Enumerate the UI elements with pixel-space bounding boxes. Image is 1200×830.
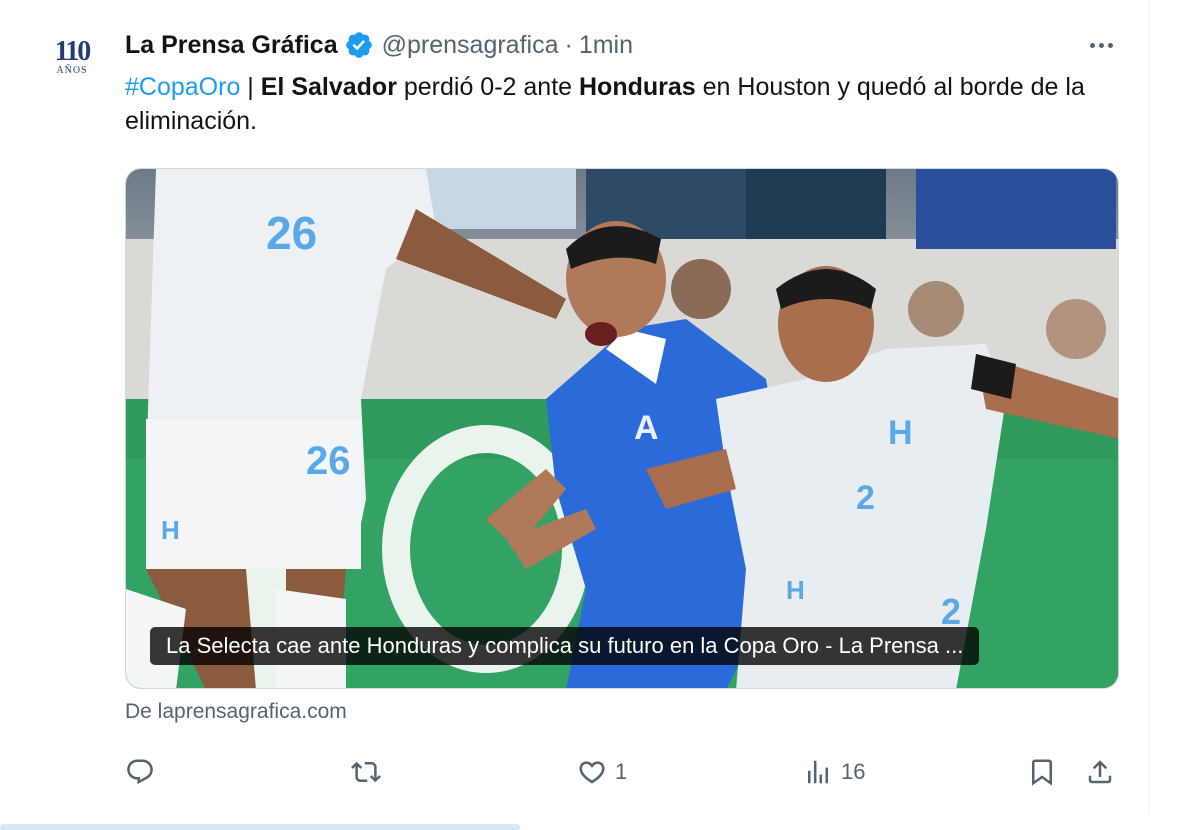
card-source-link[interactable]: De laprensagrafica.com xyxy=(125,700,347,724)
scroll-indicator xyxy=(0,824,520,830)
avatar-number: 110 xyxy=(54,36,91,67)
heart-icon xyxy=(579,761,605,784)
like-button[interactable]: 1 xyxy=(577,752,627,792)
separator-dot: · xyxy=(564,30,573,59)
more-options-icon[interactable] xyxy=(1084,32,1118,58)
hashtag-link[interactable]: #CopaOro xyxy=(125,73,240,101)
analytics-icon xyxy=(808,760,828,784)
bookmark-button[interactable] xyxy=(1027,752,1057,792)
account-handle[interactable]: @prensagrafica xyxy=(382,31,559,60)
avatar[interactable]: 110 AÑOS xyxy=(40,38,104,88)
verified-badge-icon xyxy=(345,32,372,58)
share-button[interactable] xyxy=(1085,752,1115,792)
views-button[interactable]: 16 xyxy=(803,752,865,792)
display-name[interactable]: La Prensa Gráfica xyxy=(125,31,338,60)
svg-text:H: H xyxy=(786,575,805,605)
like-count: 1 xyxy=(615,759,628,784)
avatar-subtitle: AÑOS xyxy=(56,65,88,76)
reply-button[interactable] xyxy=(125,752,163,792)
text-team-el-salvador: El Salvador xyxy=(260,73,397,101)
svg-text:2: 2 xyxy=(856,479,875,517)
svg-text:A: A xyxy=(634,409,659,447)
svg-text:H: H xyxy=(161,515,180,545)
tweet[interactable]: 110 AÑOS La Prensa Gráfica @prensagrafic… xyxy=(0,0,1150,815)
svg-text:H: H xyxy=(888,414,913,452)
tweet-header: La Prensa Gráfica @prensagrafica · 1min xyxy=(125,30,633,60)
text-middle: perdió 0-2 ante xyxy=(396,73,579,101)
svg-text:2: 2 xyxy=(941,591,961,632)
svg-text:26: 26 xyxy=(266,207,317,259)
timestamp[interactable]: 1min xyxy=(579,31,633,60)
svg-text:26: 26 xyxy=(306,439,351,483)
match-photo: 26 26 H A H 2 2 H xyxy=(126,169,1118,688)
tweet-text: #CopaOro | El Salvador perdió 0-2 ante H… xyxy=(125,70,1125,138)
retweet-icon xyxy=(351,761,381,783)
text-separator: | xyxy=(240,73,261,101)
views-count: 16 xyxy=(841,759,866,784)
card-title: La Selecta cae ante Honduras y complica … xyxy=(150,627,980,665)
link-card[interactable]: 26 26 H A H 2 2 H La Selecta cae ante Ho… xyxy=(125,168,1119,689)
bookmark-icon xyxy=(1032,759,1052,786)
share-icon xyxy=(1088,760,1112,784)
action-bar: 1 16 xyxy=(125,752,1125,792)
retweet-button[interactable] xyxy=(351,752,389,792)
text-team-honduras: Honduras xyxy=(579,73,696,101)
reply-icon xyxy=(127,759,153,785)
